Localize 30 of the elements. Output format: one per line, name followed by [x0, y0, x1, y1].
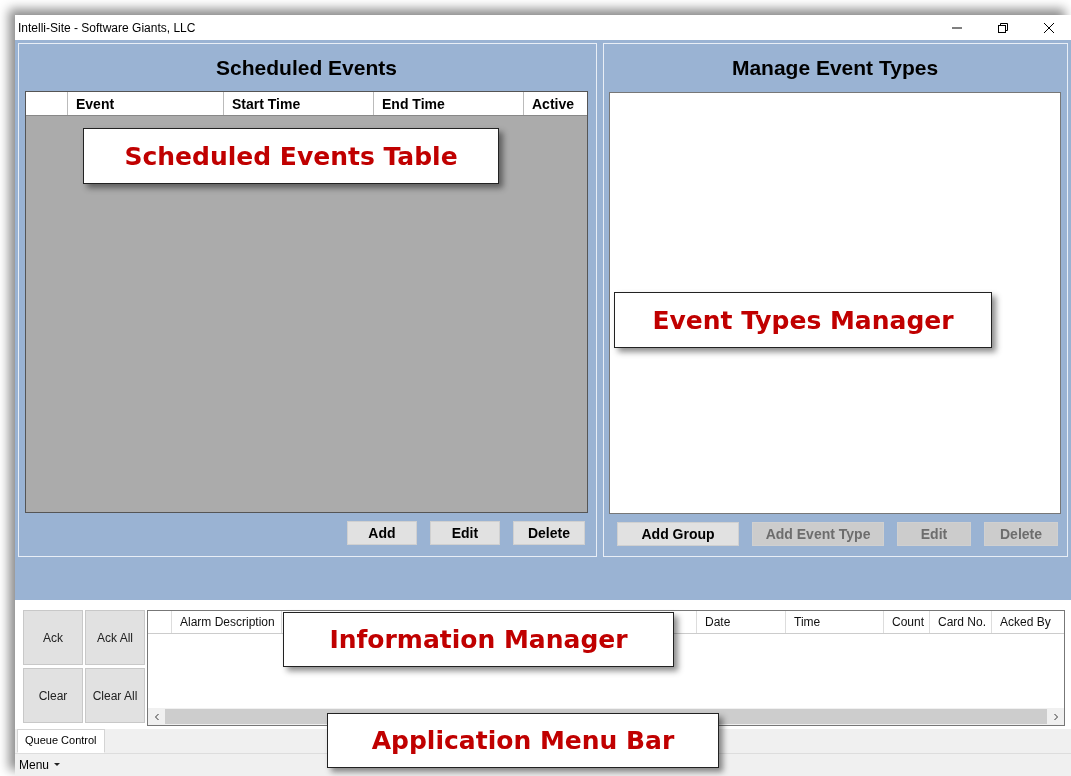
annotation-tooltip: Application Menu Bar: [327, 713, 719, 768]
column-header[interactable]: Event: [68, 92, 224, 115]
restore-icon[interactable]: [997, 21, 1009, 34]
panel-button[interactable]: Edit: [429, 521, 500, 545]
column-header[interactable]: Date: [697, 611, 786, 633]
column-header[interactable]: Time: [786, 611, 884, 633]
column-header[interactable]: Start Time: [224, 92, 374, 115]
annotation-tooltip: Information Manager: [283, 612, 674, 667]
panel-button[interactable]: Delete: [512, 521, 585, 545]
window-title: Intelli-Site - Software Giants, LLC: [18, 20, 196, 35]
close-icon[interactable]: [1043, 21, 1055, 34]
queue-button[interactable]: Ack: [23, 610, 83, 665]
caret-icon: [54, 763, 61, 767]
menu-button[interactable]: Menu: [15, 758, 65, 772]
column-header[interactable]: Count: [884, 611, 930, 633]
queue-button[interactable]: Clear All: [85, 668, 145, 723]
panel-button[interactable]: Add Group: [617, 522, 740, 546]
column-header[interactable]: Alarm Description: [172, 611, 282, 633]
column-header[interactable]: Card No.: [930, 611, 992, 633]
tab[interactable]: Queue Control: [17, 729, 105, 753]
panel-button[interactable]: Add: [346, 521, 417, 545]
queue-button[interactable]: Ack All: [85, 610, 145, 665]
annotation-tooltip: Scheduled Events Table: [83, 128, 499, 184]
panel-title: Scheduled Events: [215, 55, 398, 81]
column-header[interactable]: Acked By: [992, 611, 1064, 633]
column-header[interactable]: End Time: [374, 92, 524, 115]
column-header[interactable]: Active: [524, 92, 587, 115]
queue-button[interactable]: Clear: [23, 668, 83, 723]
panel-title: Manage Event Types: [730, 55, 940, 81]
annotation-tooltip: Event Types Manager: [614, 292, 992, 348]
